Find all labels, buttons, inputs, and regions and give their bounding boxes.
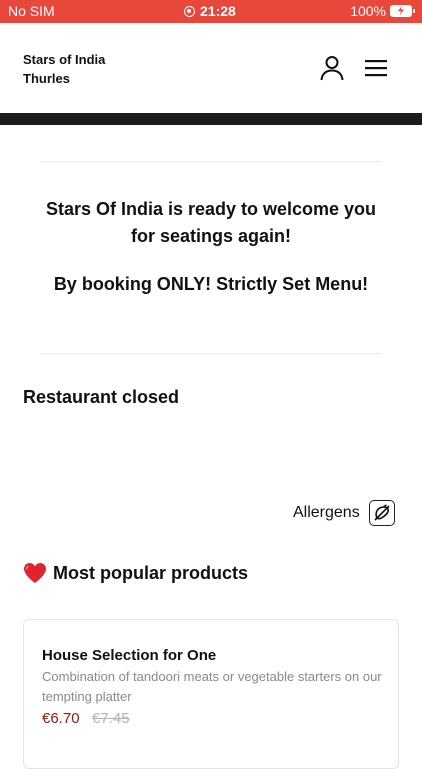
- product-old-price: €7.45: [92, 710, 130, 727]
- allergens-button[interactable]: Allergens: [293, 500, 395, 526]
- brand-location: Thurles: [23, 71, 70, 86]
- divider: [40, 353, 382, 354]
- product-card[interactable]: House Selection for One Combination of t…: [23, 619, 399, 769]
- heart-icon: [24, 563, 46, 583]
- restaurant-brand[interactable]: Stars of India Thurles: [23, 50, 105, 88]
- user-icon[interactable]: [319, 55, 345, 81]
- location-icon: [184, 5, 195, 17]
- allergen-icon: [368, 500, 395, 526]
- app-header: Stars of India Thurles: [0, 23, 422, 113]
- restaurant-status: Restaurant closed: [23, 387, 180, 407]
- time-label: 21:28: [200, 3, 236, 19]
- announcement-line-2: By booking ONLY! Strictly Set Menu!: [53, 274, 369, 294]
- menu-icon[interactable]: [365, 59, 387, 77]
- product-description: Combination of tandoori meats or vegetab…: [42, 669, 382, 704]
- announcement: Stars Of India is ready to welcome you f…: [40, 196, 382, 298]
- status-time: 21:28: [184, 3, 236, 19]
- product-name: House Selection for One: [42, 647, 217, 664]
- announcement-line-1: Stars Of India is ready to welcome you f…: [45, 199, 377, 246]
- popular-title-label: Most popular products: [53, 562, 248, 583]
- product-price: €6.70: [42, 710, 80, 727]
- battery-percent: 100%: [350, 3, 386, 19]
- divider: [40, 161, 382, 162]
- status-bar: No SIM 21:28 100%: [0, 0, 422, 23]
- brand-name: Stars of India: [23, 52, 106, 67]
- allergens-label: Allergens: [293, 504, 360, 521]
- carrier-label: No SIM: [8, 3, 55, 19]
- battery-status: 100%: [350, 3, 415, 19]
- hero-banner: [0, 113, 422, 125]
- battery-icon: [390, 5, 415, 17]
- popular-section-title: Most popular products: [23, 562, 248, 584]
